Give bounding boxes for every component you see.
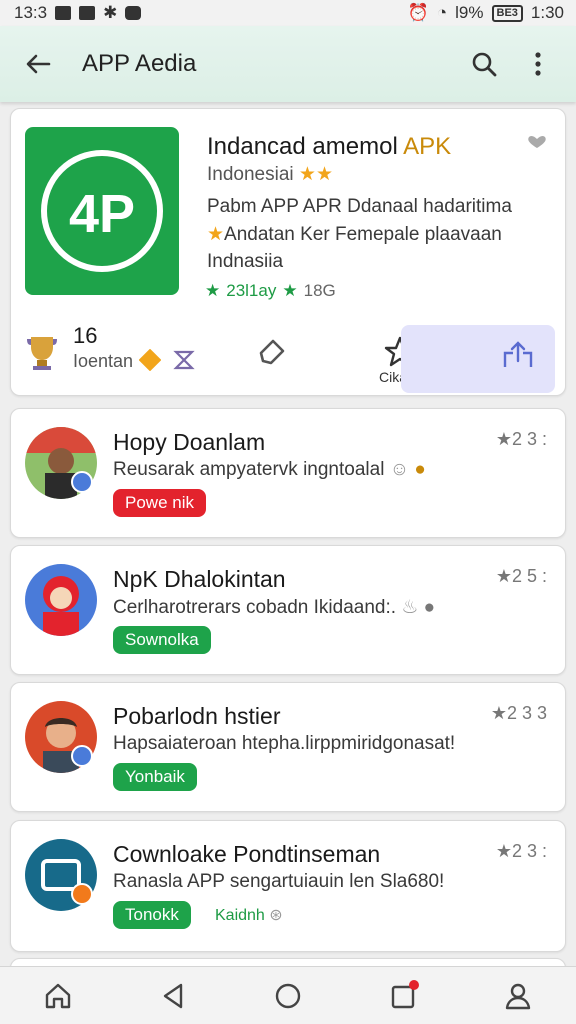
heart-icon[interactable] — [525, 135, 549, 149]
bottom-navigation — [0, 966, 576, 1024]
app-logo: 4P — [25, 127, 179, 295]
profile-icon[interactable] — [494, 972, 542, 1020]
orange-badge-icon — [71, 883, 93, 905]
image-icon — [79, 6, 96, 20]
featured-app-card[interactable]: 4P Indancad amemol APK Indonesiai ★★ Pab… — [10, 108, 566, 396]
home-circle-icon[interactable] — [264, 972, 312, 1020]
share-panel[interactable] — [401, 325, 555, 393]
badge-icon — [138, 348, 162, 372]
back-arrow-icon[interactable] — [18, 44, 58, 84]
featured-rating: ★ 23l1ay ★ 18G — [205, 281, 336, 300]
more-vert-icon[interactable] — [518, 44, 558, 84]
battery-icon: BE3 — [491, 4, 523, 22]
item-desc: Reusarak ampyatervk ingntoalal ☺ ● — [113, 459, 426, 480]
item-rating: ★2 3 : — [495, 841, 547, 861]
notification-icon — [55, 6, 72, 20]
tag-icon[interactable] — [255, 335, 289, 369]
item-rating: ★2 3 3 — [490, 703, 547, 723]
notifications-icon[interactable] — [379, 972, 427, 1020]
hourglass-icon — [173, 349, 195, 371]
info-icon: ● — [423, 597, 436, 618]
download-button[interactable]: Sownolka — [113, 626, 211, 654]
status-bar: 13:3 ✱ ⏰ ◔ l9% BE3 1:30 — [0, 0, 576, 26]
item-desc: Cerlharotrerars cobadn Ikidaand:. ♨ ● — [113, 597, 436, 618]
item-name: Pobarlodn hstier — [113, 703, 281, 729]
avatar — [25, 564, 97, 636]
settings-icon: ⊛ — [269, 907, 283, 924]
list-item[interactable]: Hopy Doanlam Reusarak ampyatervk ingntoa… — [10, 408, 566, 538]
download-button[interactable]: Tonokk — [113, 901, 191, 929]
svg-text:4P: 4P — [69, 184, 135, 244]
home-icon[interactable] — [34, 972, 82, 1020]
share-icon[interactable] — [501, 339, 535, 374]
featured-line-2: Pabm APP APR Ddanaal hadaritima — [207, 196, 512, 217]
notification-dot — [409, 979, 420, 990]
featured-line-1: Indonesiai ★★ — [207, 164, 333, 185]
list-item[interactable]: NpK Dhalokintan Cerlharotrerars cobadn I… — [10, 545, 566, 675]
star-icon: ★ — [207, 224, 225, 245]
emoji-icon: ☺ — [389, 459, 410, 480]
battery-percent: l9% — [455, 3, 484, 22]
thumbs-up-icon: ♨ — [401, 597, 419, 618]
featured-line-4: Indnasiia — [207, 251, 284, 272]
list-item[interactable]: Pobarlodn hstier Hapsaiateroan htepha.li… — [10, 682, 566, 812]
item-rating: ★2 3 : — [495, 429, 547, 449]
search-icon[interactable] — [464, 44, 504, 84]
stat-number: 16 — [73, 323, 98, 348]
item-rating: ★2 5 : — [495, 566, 547, 586]
item-name: Hopy Doanlam — [113, 429, 266, 455]
wifi-icon: ◔ — [436, 3, 448, 22]
item-extra-label: Kaidnh ⊛ — [215, 907, 283, 924]
thumb-icon: ● — [414, 459, 426, 480]
item-desc: Hapsaiateroan htepha.lirppmiridgonasat! — [113, 733, 456, 754]
star-icon: ★ — [298, 164, 316, 185]
download-button[interactable]: Powe nik — [113, 489, 206, 517]
item-name: Cownloake Pondtinseman — [113, 841, 381, 867]
bluetooth-icon: ✱ — [103, 3, 118, 22]
featured-app-name: Indancad amemol APK — [207, 133, 452, 160]
stat-label: Ioentan — [73, 351, 134, 371]
featured-line-3: ★Andatan Ker Femepale plaavaan — [207, 224, 502, 245]
list-item[interactable]: Cownloake Pondtinseman Ranasla APP senga… — [10, 820, 566, 952]
app-bar: APP Aedia — [0, 26, 576, 102]
status-time-right: 1:30 — [530, 3, 564, 22]
item-desc: Ranasla APP sengartuiauin len Sla680! — [113, 871, 445, 892]
verified-badge-icon — [71, 471, 93, 493]
alarm-icon: ⏰ — [407, 3, 429, 22]
app-icon — [125, 6, 142, 20]
verified-badge-icon — [71, 745, 93, 767]
page-title: APP Aedia — [82, 50, 197, 77]
status-time-left: 13:3 — [14, 3, 48, 22]
star-icon: ★ — [282, 281, 298, 300]
back-nav-icon[interactable] — [149, 972, 197, 1020]
download-button[interactable]: Yonbaik — [113, 763, 197, 791]
item-name: NpK Dhalokintan — [113, 566, 286, 592]
half-star-icon: ★ — [315, 164, 333, 185]
star-icon: ★ — [205, 281, 221, 300]
trophy-icon — [25, 331, 59, 371]
